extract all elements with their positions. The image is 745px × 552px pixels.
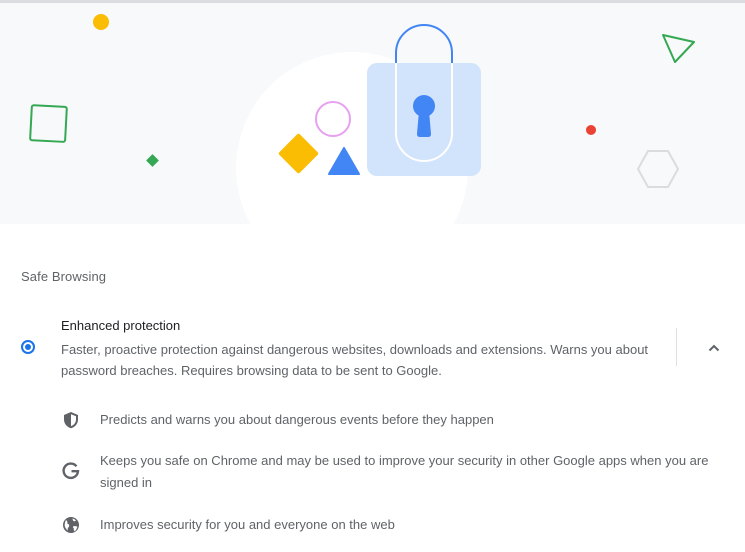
feature-text: Improves security for you and everyone o… xyxy=(100,517,395,532)
chevron-up-icon xyxy=(708,344,720,352)
green-square-shape xyxy=(29,104,68,143)
banner-illustration xyxy=(29,14,695,224)
section-title: Safe Browsing xyxy=(21,269,107,284)
collapse-button[interactable] xyxy=(700,334,728,362)
green-diamond-shape xyxy=(146,154,159,167)
red-dot-shape xyxy=(586,125,596,135)
yellow-dot-shape xyxy=(93,14,109,30)
option-description: Faster, proactive protection against dan… xyxy=(61,342,649,378)
enhanced-protection-option[interactable]: Enhanced protection Faster, proactive pr… xyxy=(0,312,745,382)
option-separator xyxy=(676,328,677,366)
feature-text: Keeps you safe on Chrome and may be used… xyxy=(100,453,709,490)
shield-icon xyxy=(64,412,78,429)
keyhole-stem-shape xyxy=(417,111,431,137)
enhanced-protection-radio[interactable] xyxy=(21,340,35,354)
feature-text: Predicts and warns you about dangerous e… xyxy=(100,412,494,427)
option-label: Enhanced protection xyxy=(61,318,181,333)
green-triangle-shape xyxy=(662,34,695,63)
google-g-icon xyxy=(62,462,80,480)
safe-browsing-banner xyxy=(0,3,745,224)
grey-hexagon-shape xyxy=(637,150,679,188)
globe-icon xyxy=(63,517,79,533)
